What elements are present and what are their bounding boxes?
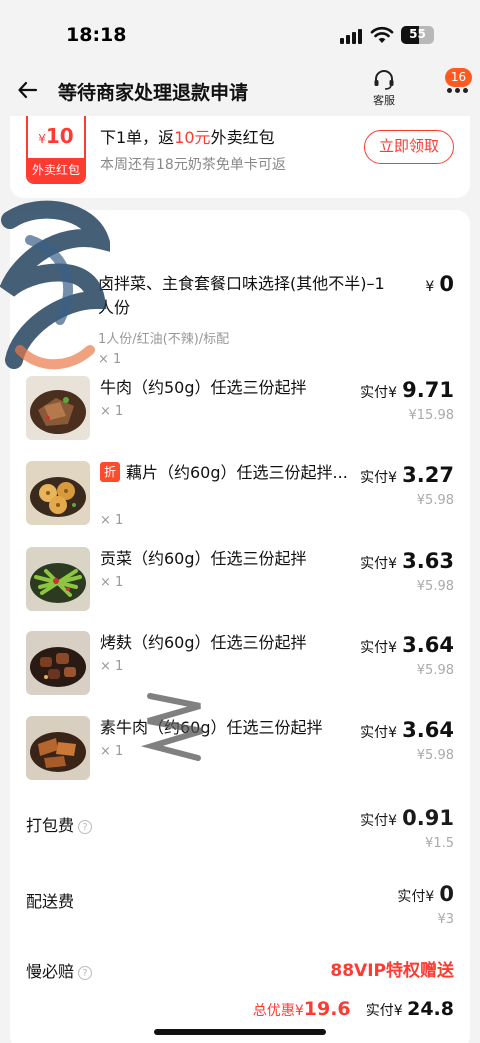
item-qty: × 1 — [100, 513, 124, 528]
packing-fee-label: 打包费? — [26, 812, 93, 836]
item-spec: 1人份/红油(不辣)/标配 — [98, 332, 230, 347]
back-arrow-icon[interactable] — [16, 78, 40, 102]
nav-bar: 等待商家处理退款申请 客服 16 — [0, 66, 480, 116]
total-paid: 实付¥ 24.8 — [365, 998, 454, 1020]
item-name: 牛肉（约50g）任选三份起拌 — [100, 378, 307, 397]
red-packet-chip: ¥10 外卖红包 — [26, 116, 86, 184]
item-name: 素牛肉（约60g）任选三份起拌 — [100, 718, 323, 737]
claim-button[interactable]: 立即领取 — [364, 130, 454, 164]
item-thumbnail — [26, 547, 90, 611]
battery-level: 55 — [409, 27, 426, 41]
headset-icon — [374, 70, 394, 90]
item-original-price: ¥5.98 — [416, 748, 454, 763]
packing-fee-original: ¥1.5 — [425, 836, 454, 851]
item-qty: × 1 — [100, 404, 124, 419]
delivery-fee-paid: 实付¥ 0 — [397, 882, 454, 906]
total-discount: 总优惠¥19.6 — [252, 998, 351, 1020]
help-icon[interactable]: ? — [78, 820, 93, 834]
home-indicator — [154, 1029, 326, 1035]
item-thumbnail — [26, 716, 90, 780]
item-paid: 实付¥ 3.27 — [360, 463, 454, 487]
discount-tag: 折 — [100, 462, 120, 482]
wifi-icon — [370, 26, 394, 43]
item-original-price: ¥5.98 — [416, 663, 454, 678]
coupon-card: ¥10 外卖红包 下1单，返10元外卖红包 本周还有18元奶茶免单卡可返 立即领… — [10, 116, 470, 198]
customer-service-label: 客服 — [373, 94, 395, 107]
packing-fee-row: 打包费? 实付¥ 0.91 ¥1.5 — [10, 806, 470, 866]
coupon-tag: 外卖红包 — [28, 158, 84, 182]
item-paid: 实付¥ 9.71 — [360, 378, 454, 402]
item-name: 卤拌菜、主食套餐口味选择(其他不半)–1人份 — [98, 274, 385, 317]
coupon-subline: 本周还有18元奶茶免单卡可返 — [100, 157, 286, 173]
item-original-price: ¥15.98 — [408, 408, 455, 423]
vip-gift-text: 88VIP特权赠送 — [330, 961, 454, 981]
order-card: 卤拌菜、主食套餐口味选择(其他不半)–1人份 1人份/红油(不辣)/标配 × 1… — [10, 210, 470, 1043]
item-thumbnail — [26, 631, 90, 695]
item-qty: × 1 — [100, 659, 124, 674]
item-name: 烤麸（约60g）任选三份起拌 — [100, 633, 307, 652]
delivery-fee-row: 配送费 实付¥ 0 ¥3 — [10, 882, 470, 942]
customer-service-button[interactable]: 客服 — [361, 66, 407, 110]
help-icon[interactable]: ? — [78, 966, 93, 980]
signal-icon — [340, 28, 362, 44]
status-bar: 18:18 55 — [0, 0, 480, 66]
order-total: 总优惠¥19.6 实付¥ 24.8 — [253, 998, 454, 1020]
packing-fee-paid: 实付¥ 0.91 — [360, 806, 454, 830]
status-time: 18:18 — [66, 24, 127, 46]
page-title: 等待商家处理退款申请 — [58, 82, 249, 104]
item-paid: 实付¥ 3.63 — [360, 549, 454, 573]
coupon-headline: 下1单，返10元外卖红包 — [100, 128, 275, 147]
item-original-price: ¥5.98 — [416, 579, 454, 594]
item-paid: 实付¥ 3.64 — [360, 633, 454, 657]
delivery-fee-original: ¥3 — [437, 912, 454, 927]
message-badge: 16 — [445, 68, 472, 87]
item-qty: × 1 — [100, 744, 124, 759]
item-name: 折藕片（约60g）任选三份起拌... — [100, 461, 362, 485]
item-thumbnail — [26, 461, 90, 525]
item-thumbnail — [26, 376, 90, 440]
item-original-price: ¥5.98 — [416, 493, 454, 508]
coupon-amount: ¥10 — [38, 124, 74, 148]
item-paid: 实付¥ 3.64 — [360, 718, 454, 742]
battery-icon: 55 — [401, 26, 434, 44]
item-qty: × 1 — [100, 575, 124, 590]
guarantee-label: 慢必赔? — [26, 958, 93, 982]
item-paid: ¥ 0 — [425, 272, 454, 296]
delivery-fee-label: 配送费 — [26, 892, 75, 911]
item-qty: × 1 — [98, 352, 122, 367]
item-name: 贡菜（约60g）任选三份起拌 — [100, 549, 307, 568]
